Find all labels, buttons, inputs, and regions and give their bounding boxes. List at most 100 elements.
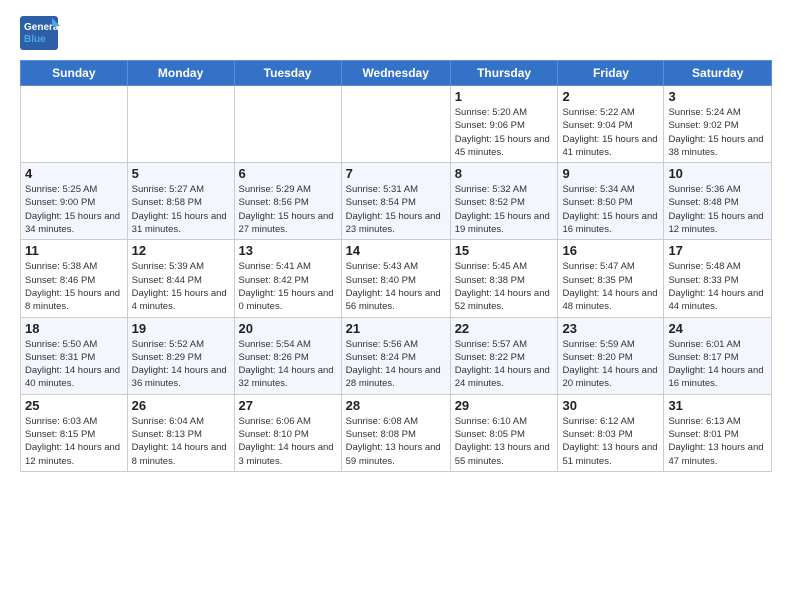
- day-info: Sunrise: 5:29 AM Sunset: 8:56 PM Dayligh…: [239, 183, 337, 236]
- table-row: 21 Sunrise: 5:56 AM Sunset: 8:24 PM Dayli…: [341, 317, 450, 394]
- table-row: 26 Sunrise: 6:04 AM Sunset: 8:13 PM Dayli…: [127, 394, 234, 471]
- day-info: Sunrise: 5:57 AM Sunset: 8:22 PM Dayligh…: [455, 338, 554, 391]
- day-number: 22: [455, 321, 554, 336]
- day-info: Sunrise: 6:06 AM Sunset: 8:10 PM Dayligh…: [239, 415, 337, 468]
- table-row: [21, 86, 128, 163]
- logo-icon: General Blue: [20, 16, 60, 50]
- table-row: 9 Sunrise: 5:34 AM Sunset: 8:50 PM Daylig…: [558, 163, 664, 240]
- weekday-header-monday: Monday: [127, 61, 234, 86]
- table-row: 23Sunrise: 5:59 AM Sunset: 8:20 PM Dayli…: [558, 317, 664, 394]
- day-number: 24: [668, 321, 767, 336]
- day-number: 10: [668, 166, 767, 181]
- table-row: 18 Sunrise: 5:50 AM Sunset: 8:31 PM Dayli…: [21, 317, 128, 394]
- day-number: 17: [668, 243, 767, 258]
- day-info: Sunrise: 6:04 AM Sunset: 8:13 PM Dayligh…: [132, 415, 230, 468]
- table-row: 10 Sunrise: 5:36 AM Sunset: 8:48 PM Dayli…: [664, 163, 772, 240]
- day-info: Sunrise: 5:22 AM Sunset: 9:04 PM Dayligh…: [562, 106, 659, 159]
- header: General Blue: [20, 16, 772, 50]
- day-number: 30: [562, 398, 659, 413]
- weekday-header-tuesday: Tuesday: [234, 61, 341, 86]
- table-row: 22 Sunrise: 5:57 AM Sunset: 8:22 PM Dayli…: [450, 317, 558, 394]
- page: General Blue SundayMondayTuesdayWednesda…: [0, 0, 792, 488]
- day-number: 6: [239, 166, 337, 181]
- day-info: Sunrise: 6:13 AM Sunset: 8:01 PM Dayligh…: [668, 415, 767, 468]
- weekday-header-friday: Friday: [558, 61, 664, 86]
- day-number: 18: [25, 321, 123, 336]
- table-row: 3 Sunrise: 5:24 AM Sunset: 9:02 PM Daylig…: [664, 86, 772, 163]
- day-number: 16: [562, 243, 659, 258]
- day-number: 25: [25, 398, 123, 413]
- day-number: 28: [346, 398, 446, 413]
- table-row: 11 Sunrise: 5:38 AM Sunset: 8:46 PM Dayli…: [21, 240, 128, 317]
- table-row: [234, 86, 341, 163]
- weekday-header-wednesday: Wednesday: [341, 61, 450, 86]
- day-number: 9: [562, 166, 659, 181]
- day-info: Sunrise: 6:03 AM Sunset: 8:15 PM Dayligh…: [25, 415, 123, 468]
- day-info: Sunrise: 5:56 AM Sunset: 8:24 PM Dayligh…: [346, 338, 446, 391]
- day-info: Sunrise: 5:39 AM Sunset: 8:44 PM Dayligh…: [132, 260, 230, 313]
- table-row: 8 Sunrise: 5:32 AM Sunset: 8:52 PM Daylig…: [450, 163, 558, 240]
- day-info: Sunrise: 5:48 AM Sunset: 8:33 PM Dayligh…: [668, 260, 767, 313]
- day-number: 13: [239, 243, 337, 258]
- weekday-header-saturday: Saturday: [664, 61, 772, 86]
- day-info: Sunrise: 5:43 AM Sunset: 8:40 PM Dayligh…: [346, 260, 446, 313]
- day-number: 23: [562, 321, 659, 336]
- day-number: 15: [455, 243, 554, 258]
- table-row: 20 Sunrise: 5:54 AM Sunset: 8:26 PM Dayli…: [234, 317, 341, 394]
- day-info: Sunrise: 5:50 AM Sunset: 8:31 PM Dayligh…: [25, 338, 123, 391]
- day-number: 7: [346, 166, 446, 181]
- day-info: Sunrise: 5:54 AM Sunset: 8:26 PM Dayligh…: [239, 338, 337, 391]
- day-number: 12: [132, 243, 230, 258]
- table-row: 28 Sunrise: 6:08 AM Sunset: 8:08 PM Dayli…: [341, 394, 450, 471]
- logo: General Blue: [20, 16, 60, 50]
- table-row: 14Sunrise: 5:43 AM Sunset: 8:40 PM Dayli…: [341, 240, 450, 317]
- table-row: 5 Sunrise: 5:27 AM Sunset: 8:58 PM Daylig…: [127, 163, 234, 240]
- day-info: Sunrise: 5:38 AM Sunset: 8:46 PM Dayligh…: [25, 260, 123, 313]
- day-info: Sunrise: 5:25 AM Sunset: 9:00 PM Dayligh…: [25, 183, 123, 236]
- day-number: 27: [239, 398, 337, 413]
- day-info: Sunrise: 5:27 AM Sunset: 8:58 PM Dayligh…: [132, 183, 230, 236]
- day-info: Sunrise: 6:08 AM Sunset: 8:08 PM Dayligh…: [346, 415, 446, 468]
- table-row: 4 Sunrise: 5:25 AM Sunset: 9:00 PM Daylig…: [21, 163, 128, 240]
- table-row: 2 Sunrise: 5:22 AM Sunset: 9:04 PM Daylig…: [558, 86, 664, 163]
- day-info: Sunrise: 5:34 AM Sunset: 8:50 PM Dayligh…: [562, 183, 659, 236]
- day-info: Sunrise: 5:41 AM Sunset: 8:42 PM Dayligh…: [239, 260, 337, 313]
- day-info: Sunrise: 5:24 AM Sunset: 9:02 PM Dayligh…: [668, 106, 767, 159]
- day-info: Sunrise: 6:10 AM Sunset: 8:05 PM Dayligh…: [455, 415, 554, 468]
- day-number: 20: [239, 321, 337, 336]
- day-info: Sunrise: 6:01 AM Sunset: 8:17 PM Dayligh…: [668, 338, 767, 391]
- day-number: 4: [25, 166, 123, 181]
- table-row: 15 Sunrise: 5:45 AM Sunset: 8:38 PM Dayli…: [450, 240, 558, 317]
- day-number: 3: [668, 89, 767, 104]
- table-row: 25 Sunrise: 6:03 AM Sunset: 8:15 PM Dayli…: [21, 394, 128, 471]
- table-row: 13 Sunrise: 5:41 AM Sunset: 8:42 PM Dayli…: [234, 240, 341, 317]
- day-info: Sunrise: 5:52 AM Sunset: 8:29 PM Dayligh…: [132, 338, 230, 391]
- table-row: 30 Sunrise: 6:12 AM Sunset: 8:03 PM Dayli…: [558, 394, 664, 471]
- day-number: 2: [562, 89, 659, 104]
- day-number: 19: [132, 321, 230, 336]
- day-info: Sunrise: 5:47 AM Sunset: 8:35 PM Dayligh…: [562, 260, 659, 313]
- day-number: 5: [132, 166, 230, 181]
- table-row: 19 Sunrise: 5:52 AM Sunset: 8:29 PM Dayli…: [127, 317, 234, 394]
- day-info: Sunrise: 5:20 AM Sunset: 9:06 PM Dayligh…: [455, 106, 554, 159]
- table-row: [127, 86, 234, 163]
- table-row: 1 Sunrise: 5:20 AM Sunset: 9:06 PM Daylig…: [450, 86, 558, 163]
- day-number: 26: [132, 398, 230, 413]
- table-row: 16 Sunrise: 5:47 AM Sunset: 8:35 PM Dayli…: [558, 240, 664, 317]
- svg-text:Blue: Blue: [24, 34, 46, 45]
- table-row: 24 Sunrise: 6:01 AM Sunset: 8:17 PM Dayli…: [664, 317, 772, 394]
- day-info: Sunrise: 5:45 AM Sunset: 8:38 PM Dayligh…: [455, 260, 554, 313]
- day-number: 8: [455, 166, 554, 181]
- day-number: 21: [346, 321, 446, 336]
- day-number: 11: [25, 243, 123, 258]
- table-row: 29 Sunrise: 6:10 AM Sunset: 8:05 PM Dayli…: [450, 394, 558, 471]
- weekday-header-sunday: Sunday: [21, 61, 128, 86]
- day-info: Sunrise: 6:12 AM Sunset: 8:03 PM Dayligh…: [562, 415, 659, 468]
- table-row: 7 Sunrise: 5:31 AM Sunset: 8:54 PM Daylig…: [341, 163, 450, 240]
- table-row: 12 Sunrise: 5:39 AM Sunset: 8:44 PM Dayli…: [127, 240, 234, 317]
- day-number: 1: [455, 89, 554, 104]
- day-info: Sunrise: 5:32 AM Sunset: 8:52 PM Dayligh…: [455, 183, 554, 236]
- day-number: 29: [455, 398, 554, 413]
- day-info: Sunrise: 5:36 AM Sunset: 8:48 PM Dayligh…: [668, 183, 767, 236]
- day-info: Sunrise: 5:31 AM Sunset: 8:54 PM Dayligh…: [346, 183, 446, 236]
